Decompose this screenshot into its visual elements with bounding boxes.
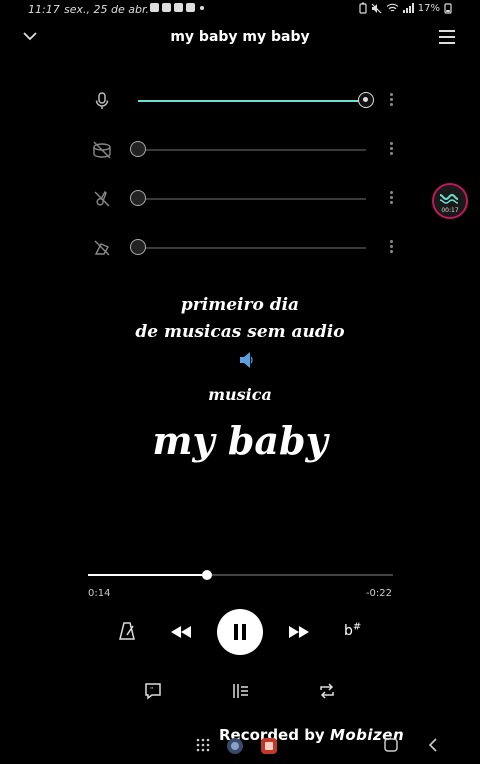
screen-recorder-badge[interactable]: 00:17 [432,183,468,219]
microphone-icon[interactable] [92,91,112,111]
apps-grid-icon[interactable] [196,738,210,752]
recorder-watermark: Recorded by Mobizen [219,726,404,744]
metronome-icon[interactable] [117,621,137,641]
track-slider-drums[interactable] [138,149,366,151]
track-row-other [90,233,410,263]
playback-progress[interactable] [88,570,393,580]
system-icons: 17% [359,2,452,14]
overlay-line-3: musica [208,385,272,404]
track-row-drums [90,135,410,165]
track-row-bass [90,184,410,214]
notification-icons [150,3,204,12]
recording-time: 00:17 [441,207,459,214]
bass-guitar-muted-icon[interactable] [92,189,112,209]
track-row-vocals [90,86,410,116]
more-options-icon[interactable] [390,93,394,109]
svg-text:": " [150,686,153,694]
pause-button[interactable] [217,609,263,655]
recent-app-icon[interactable] [226,737,244,755]
battery-saver-icon [359,2,367,14]
battery-icon [444,3,452,14]
track-slider-other[interactable] [138,247,366,249]
more-options-icon[interactable] [390,191,394,207]
mail-notification-icon [186,3,195,12]
chords-icon[interactable] [231,682,249,700]
overlay-line-4: my baby [152,418,328,463]
waves-icon [439,193,459,204]
overlay-line-1: primeiro dia [180,295,300,315]
page-title: my baby my baby [170,29,310,45]
app-notification-icon [150,3,159,12]
track-knob-bass[interactable] [130,190,146,206]
repeat-icon[interactable] [318,682,336,700]
track-knob-drums[interactable] [130,141,146,157]
drum-muted-icon[interactable] [92,140,112,160]
elapsed-time: 0:14 [88,588,111,599]
overlay-line-2: de musicas sem audio [135,322,345,342]
remaining-time: -0:22 [365,588,392,599]
progress-fill [88,574,207,576]
media-notification-icon [174,3,183,12]
recent-app-2-icon[interactable] [260,737,278,755]
back-icon[interactable] [428,738,438,752]
gallery-notification-icon [162,3,171,12]
instrument-muted-icon[interactable] [92,238,112,258]
home-icon[interactable] [384,738,398,752]
track-knob-other[interactable] [130,239,146,255]
progress-knob[interactable] [201,570,212,580]
signal-icon [402,3,414,13]
rewind-icon[interactable] [169,624,193,640]
more-options-icon[interactable] [390,142,394,158]
track-knob-vocals[interactable] [358,92,374,108]
battery-percent: 17% [417,2,440,14]
key-change-button[interactable]: b# [344,621,361,639]
track-fill-vocals [138,100,366,102]
fast-forward-icon[interactable] [287,624,311,640]
key-label: b# [344,621,362,639]
track-slider-bass[interactable] [138,198,366,200]
menu-icon[interactable] [439,30,455,44]
status-date: sex., 25 de abr. [64,3,149,16]
speaker-icon [240,352,253,368]
more-notifications-icon [200,5,204,10]
more-options-icon[interactable] [390,240,394,256]
lyrics-icon[interactable]: " [144,682,162,700]
status-time: 11:17 [28,3,60,16]
mute-icon [371,3,382,13]
sharp-sign: # [352,621,362,632]
status-bar: 11:17 sex., 25 de abr. 17% [0,0,480,20]
wifi-icon [386,3,399,12]
